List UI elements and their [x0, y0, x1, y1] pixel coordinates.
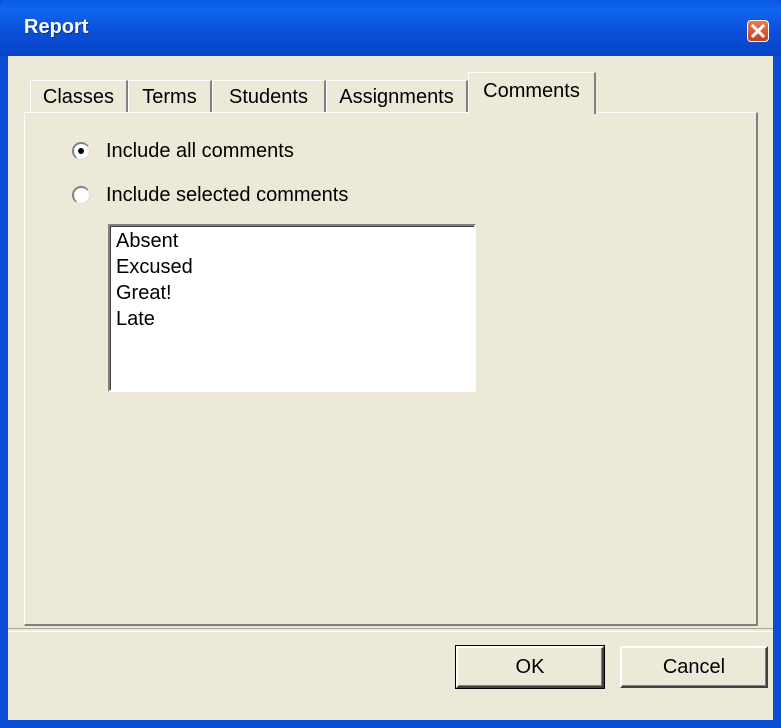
- cancel-button[interactable]: Cancel: [620, 646, 768, 688]
- include-all-label: Include all comments: [106, 140, 294, 162]
- tab-comments[interactable]: Comments: [468, 72, 596, 114]
- include-all-radio[interactable]: [72, 142, 90, 160]
- list-item[interactable]: Late: [116, 306, 468, 332]
- close-icon: [751, 24, 765, 38]
- button-separator: [8, 628, 773, 632]
- report-dialog: Report Classes Terms Students Assignment…: [0, 0, 781, 728]
- list-item[interactable]: Absent: [116, 228, 468, 254]
- tab-students[interactable]: Students: [212, 80, 326, 112]
- include-selected-label: Include selected comments: [106, 184, 349, 206]
- ok-button[interactable]: OK: [455, 645, 605, 689]
- list-item[interactable]: Great!: [116, 280, 468, 306]
- tab-strip: Classes Terms Students Assignments Comme…: [30, 66, 730, 116]
- title-bar[interactable]: Report: [0, 0, 781, 56]
- include-selected-radio[interactable]: [72, 186, 90, 204]
- dialog-client-area: Classes Terms Students Assignments Comme…: [8, 56, 773, 720]
- list-item[interactable]: Excused: [116, 254, 468, 280]
- window-title: Report: [24, 16, 89, 38]
- tab-classes[interactable]: Classes: [30, 80, 128, 112]
- close-button[interactable]: [747, 20, 769, 42]
- tab-terms[interactable]: Terms: [128, 80, 212, 112]
- comments-listbox[interactable]: Absent Excused Great! Late: [108, 224, 476, 392]
- tab-assignments[interactable]: Assignments: [326, 80, 468, 112]
